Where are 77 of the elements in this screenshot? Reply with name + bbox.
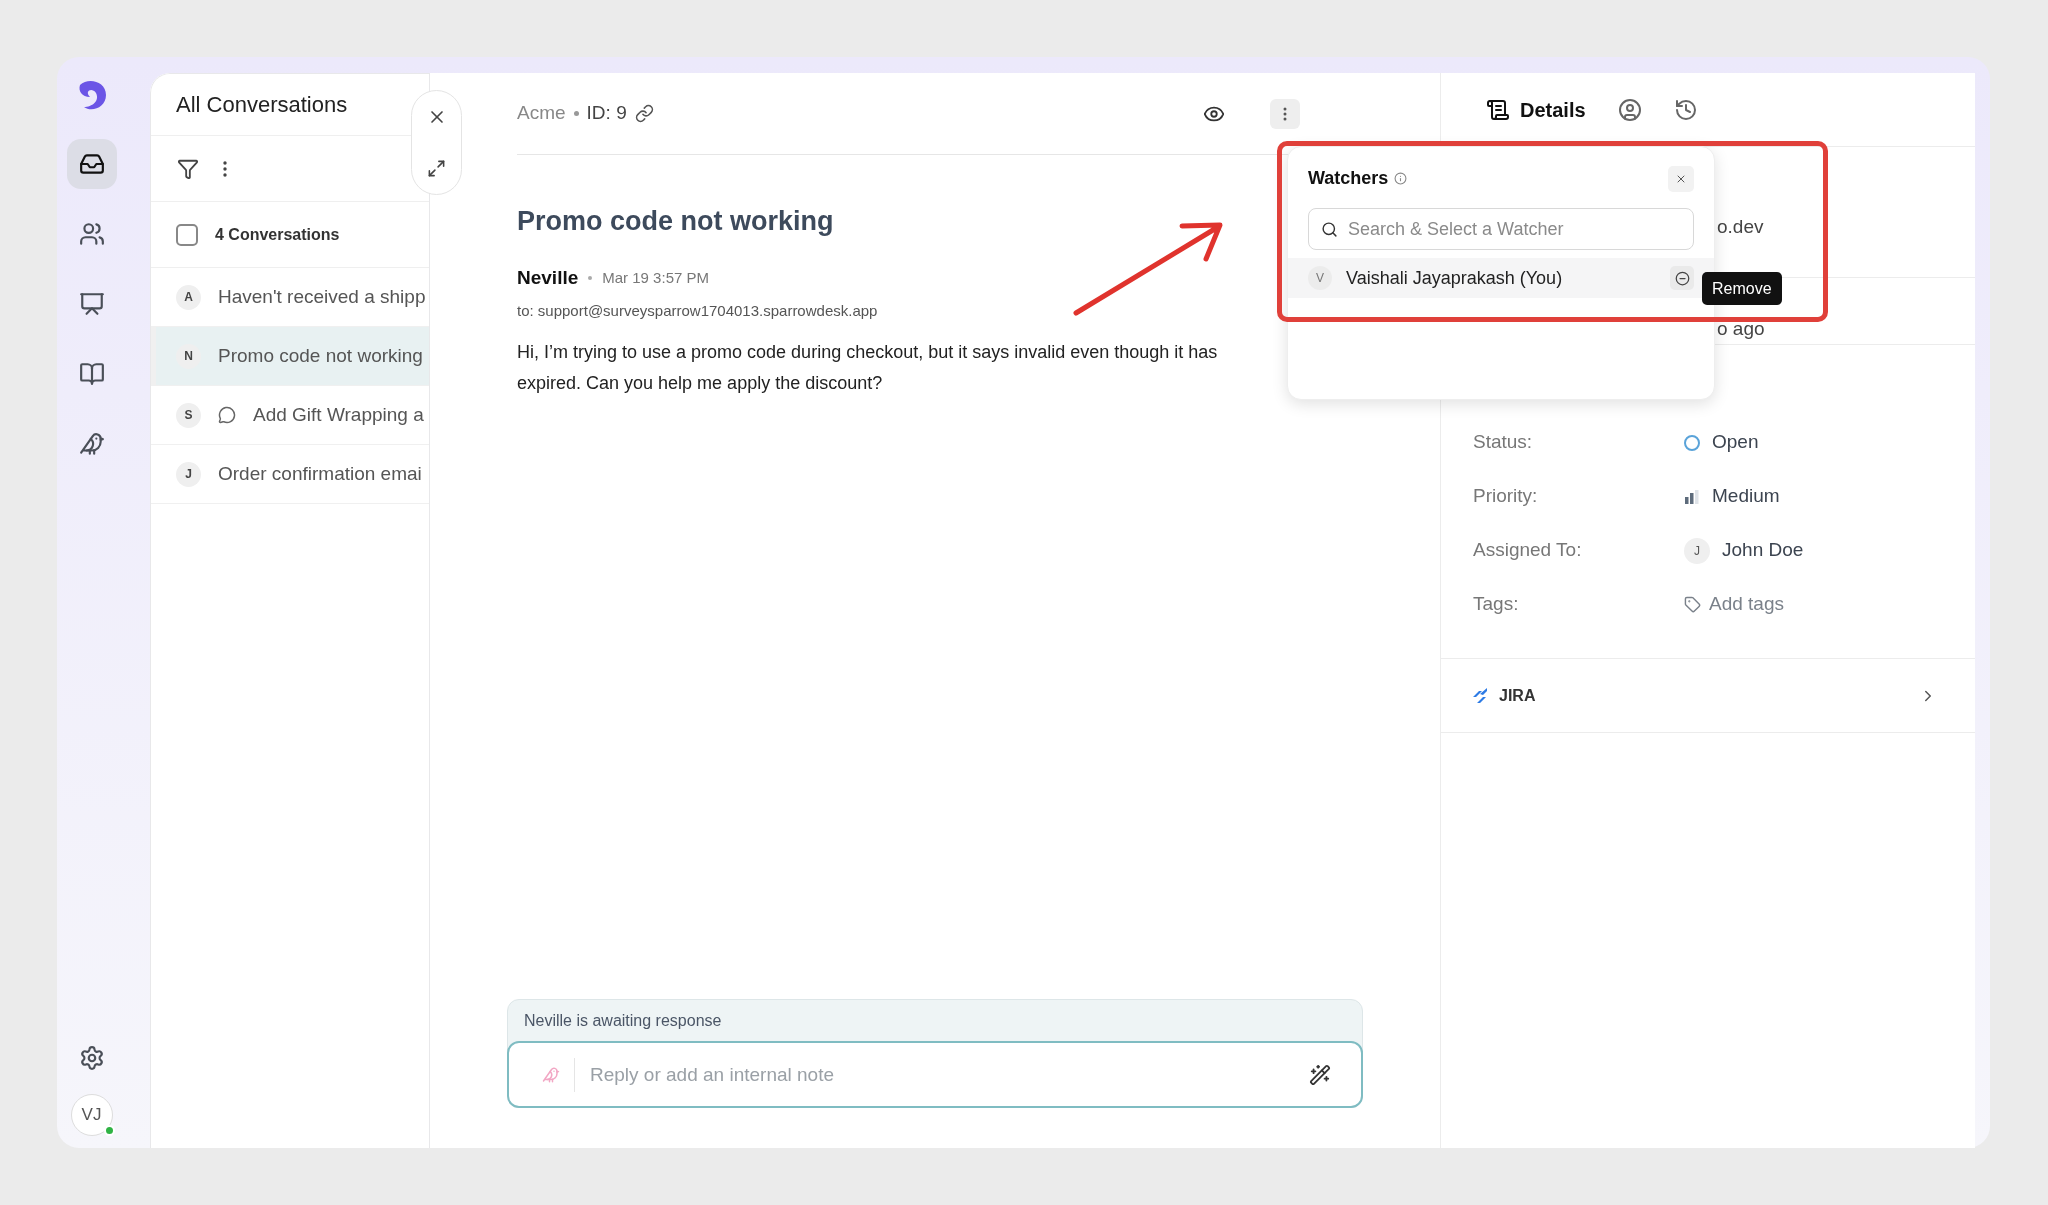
magic-wand-icon <box>1309 1063 1331 1086</box>
message-time: Mar 19 3:57 PM <box>602 267 709 288</box>
field-label: Status: <box>1473 430 1534 455</box>
contacts-icon <box>78 221 105 247</box>
ai-assist-button[interactable] <box>1309 1063 1331 1086</box>
conversation-item[interactable]: S Add Gift Wrapping a <box>151 386 429 445</box>
priority-bars-icon <box>1684 488 1700 505</box>
panel-title: All Conversations <box>176 91 348 119</box>
field-value[interactable]: John Doe <box>1722 536 1804 565</box>
select-all-checkbox[interactable] <box>176 223 198 246</box>
conversation-title: Promo code not working <box>517 205 834 238</box>
message-author: Neville <box>517 265 579 290</box>
remove-tooltip: Remove <box>1702 272 1782 305</box>
add-tags-button[interactable]: Add tags <box>1684 590 1784 619</box>
detail-text: o ago <box>1717 316 1765 341</box>
message-recipient: to: support@surveysparrow1704013.sparrowdesk.app <box>517 301 878 321</box>
details-tab[interactable]: Details <box>1486 94 1586 125</box>
field-label: Tags: <box>1473 592 1520 617</box>
message-line: expired. Can you help me apply the discount? <box>517 371 884 395</box>
remove-watcher-button[interactable] <box>1670 266 1694 290</box>
expand-button[interactable] <box>427 159 446 178</box>
status-ring-icon <box>1684 434 1700 451</box>
expand-icon <box>427 159 446 178</box>
conversation-avatar: N <box>176 343 201 369</box>
conversation-subject: Haven't received a shipp <box>218 284 426 309</box>
reply-box[interactable]: Reply or add an internal note <box>507 1041 1363 1108</box>
bird-icon <box>542 1065 560 1084</box>
details-tab[interactable] <box>1617 97 1642 122</box>
conversation-count: 4 Conversations <box>215 224 340 245</box>
minus-circle-icon <box>1674 270 1690 286</box>
jira-integration-row[interactable]: JIRA <box>1441 659 1975 733</box>
conversation-avatar: A <box>176 284 201 310</box>
search-icon <box>1321 220 1338 238</box>
copy-link-button[interactable] <box>634 104 654 123</box>
inbox-icon <box>78 151 105 177</box>
conversation-subject: Promo code not working <box>218 343 423 368</box>
filter-icon <box>177 157 199 180</box>
details-icon <box>1486 97 1510 122</box>
message-line: Hi, I’m trying to use a promo code during checkout, but it says invalid even though it has <box>517 340 1218 364</box>
field-label: Assigned To: <box>1473 538 1583 563</box>
conversation-subject: Order confirmation emai <box>218 461 422 486</box>
watcher-search-field[interactable]: Search & Select a Watcher <box>1348 211 1681 247</box>
info-icon <box>1394 172 1408 185</box>
field-label: Priority: <box>1473 484 1539 509</box>
popup-title: Watchers <box>1308 167 1389 190</box>
nav-button[interactable] <box>66 139 117 189</box>
conversation-avatar: S <box>176 402 201 428</box>
watcher-avatar: V <box>1308 266 1332 290</box>
user-avatar[interactable]: VJ <box>70 1094 113 1136</box>
conversation-item[interactable]: J Order confirmation emai <box>151 445 429 504</box>
conversation-subject: Add Gift Wrapping a <box>253 402 424 427</box>
reply-field[interactable]: Reply or add an internal note <box>590 1054 1309 1095</box>
reports-icon <box>78 291 105 317</box>
tag-icon <box>1684 596 1701 613</box>
assignee-avatar: J <box>1684 537 1710 564</box>
settings-icon <box>78 1045 105 1071</box>
conversation-id: ID: 9 <box>586 101 627 126</box>
details-tab[interactable] <box>1673 97 1698 122</box>
detail-text: o.dev <box>1717 214 1764 239</box>
filter-button[interactable] <box>177 157 199 180</box>
field-value[interactable]: Open <box>1712 428 1759 457</box>
awaiting-response-note: Neville is awaiting response <box>523 1011 723 1031</box>
watcher-search-box[interactable]: Search & Select a Watcher <box>1308 208 1694 250</box>
jira-icon <box>1471 686 1489 705</box>
field-value[interactable]: Medium <box>1712 482 1780 511</box>
bot-icon <box>78 431 105 457</box>
contact-icon <box>1617 97 1642 122</box>
watcher-item[interactable]: V Vaishali Jayaprakash (You) <box>1288 258 1714 298</box>
conversation-item[interactable]: N Promo code not working <box>151 327 429 386</box>
link-icon <box>634 104 654 123</box>
watcher-name: Vaishali Jayaprakash (You) <box>1346 266 1564 290</box>
kebab-icon <box>223 160 227 177</box>
kebab-icon <box>1283 106 1287 121</box>
account-name: Acme <box>517 101 566 126</box>
history-icon <box>1673 97 1698 122</box>
knowledge-icon <box>78 361 105 387</box>
conversation-avatar: J <box>176 461 201 487</box>
